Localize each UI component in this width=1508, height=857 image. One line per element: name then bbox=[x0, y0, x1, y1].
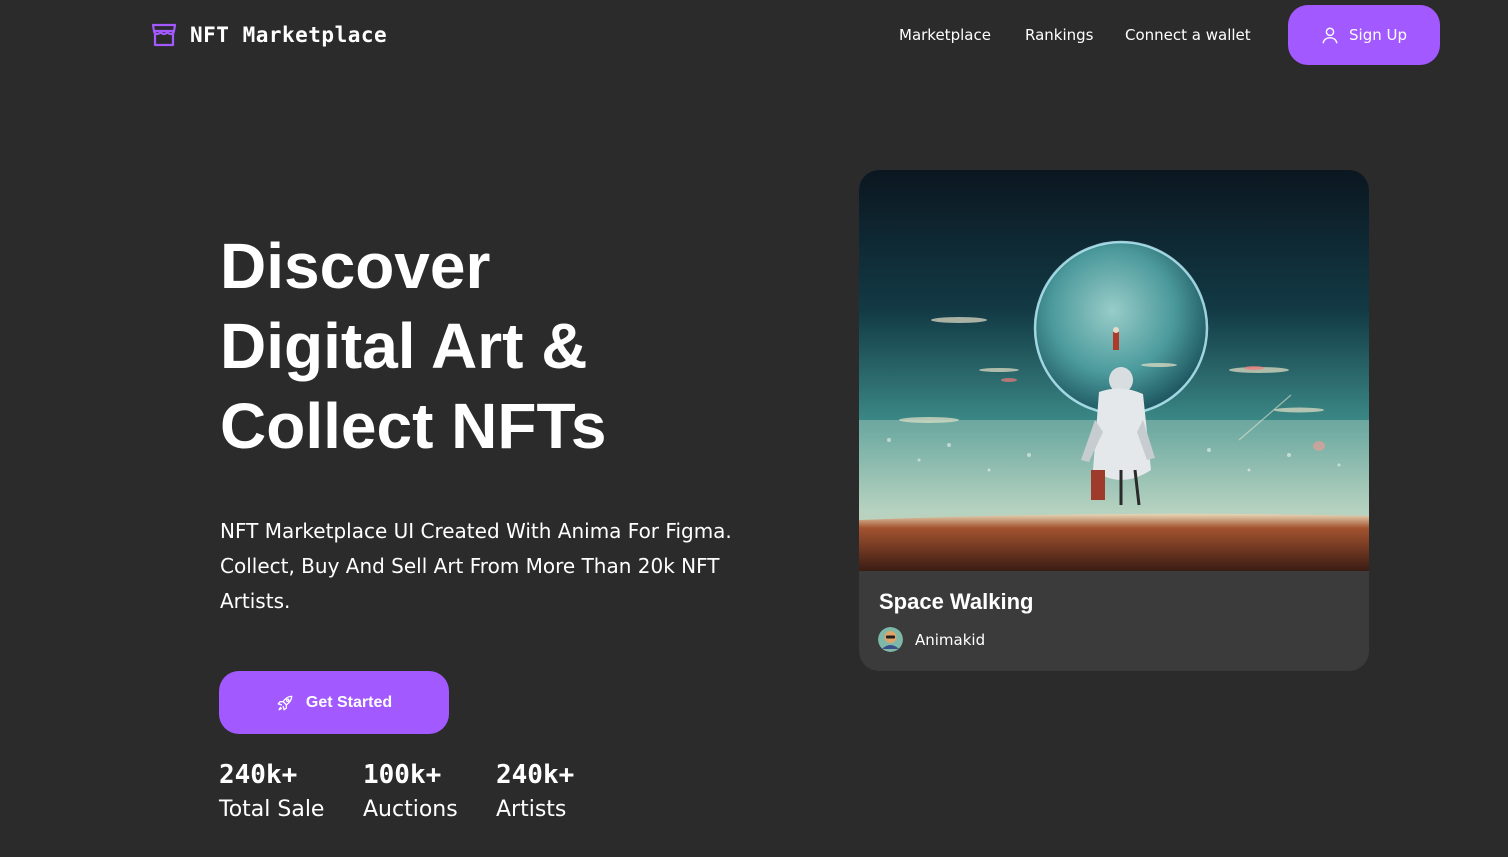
stat-value: 240k+ bbox=[496, 760, 575, 790]
rocket-icon bbox=[277, 695, 293, 710]
hero-subtitle-line: Collect, Buy And Sell Art From More Than… bbox=[220, 554, 720, 578]
hero-title-line: Collect NFTs bbox=[220, 390, 607, 462]
nav-link-connect-wallet[interactable]: Connect a wallet bbox=[1125, 26, 1251, 44]
stat-artists: 240k+ Artists bbox=[496, 758, 574, 828]
artist-info[interactable]: Animakid bbox=[878, 627, 985, 652]
nav-link-marketplace[interactable]: Marketplace bbox=[899, 26, 991, 44]
hero-title-line: Discover bbox=[220, 230, 491, 302]
hero-subtitle-line: Artists. bbox=[220, 589, 291, 613]
get-started-label: Get Started bbox=[305, 693, 393, 711]
stat-label: Auctions bbox=[363, 797, 458, 822]
hero-subtitle-line: NFT Marketplace UI Created With Anima Fo… bbox=[220, 519, 732, 543]
sign-up-label: Sign Up bbox=[1349, 26, 1407, 44]
stat-label: Total Sale bbox=[219, 797, 325, 822]
stat-total-sale: 240k+ Total Sale bbox=[219, 758, 324, 828]
get-started-button[interactable]: Get Started bbox=[219, 671, 449, 734]
artist-name: Animakid bbox=[915, 630, 986, 649]
stat-value: 100k+ bbox=[363, 760, 442, 790]
sign-up-button[interactable]: Sign Up bbox=[1288, 5, 1440, 65]
hero-subtitle: NFT Marketplace UI Created With Anima Fo… bbox=[220, 514, 790, 619]
nft-artwork-image bbox=[859, 170, 1369, 571]
hero-title: Discover Digital Art & Collect NFTs bbox=[220, 226, 780, 466]
nft-title: Space Walking bbox=[879, 589, 1034, 614]
storefront-icon bbox=[151, 23, 177, 47]
nav-link-rankings[interactable]: Rankings bbox=[1025, 26, 1094, 44]
stat-label: Artists bbox=[496, 797, 567, 822]
user-icon bbox=[1322, 27, 1338, 44]
brand-logo[interactable]: NFT Marketplace bbox=[150, 20, 387, 50]
hero-title-line: Digital Art & bbox=[220, 310, 588, 382]
artist-avatar bbox=[878, 627, 903, 652]
featured-nft-card[interactable]: Space Walking Animakid bbox=[859, 170, 1369, 671]
brand-name: NFT Marketplace bbox=[190, 23, 388, 47]
stat-auctions: 100k+ Auctions bbox=[363, 758, 458, 828]
stat-value: 240k+ bbox=[219, 760, 298, 790]
top-nav: NFT Marketplace Marketplace Rankings Con… bbox=[0, 0, 1508, 70]
